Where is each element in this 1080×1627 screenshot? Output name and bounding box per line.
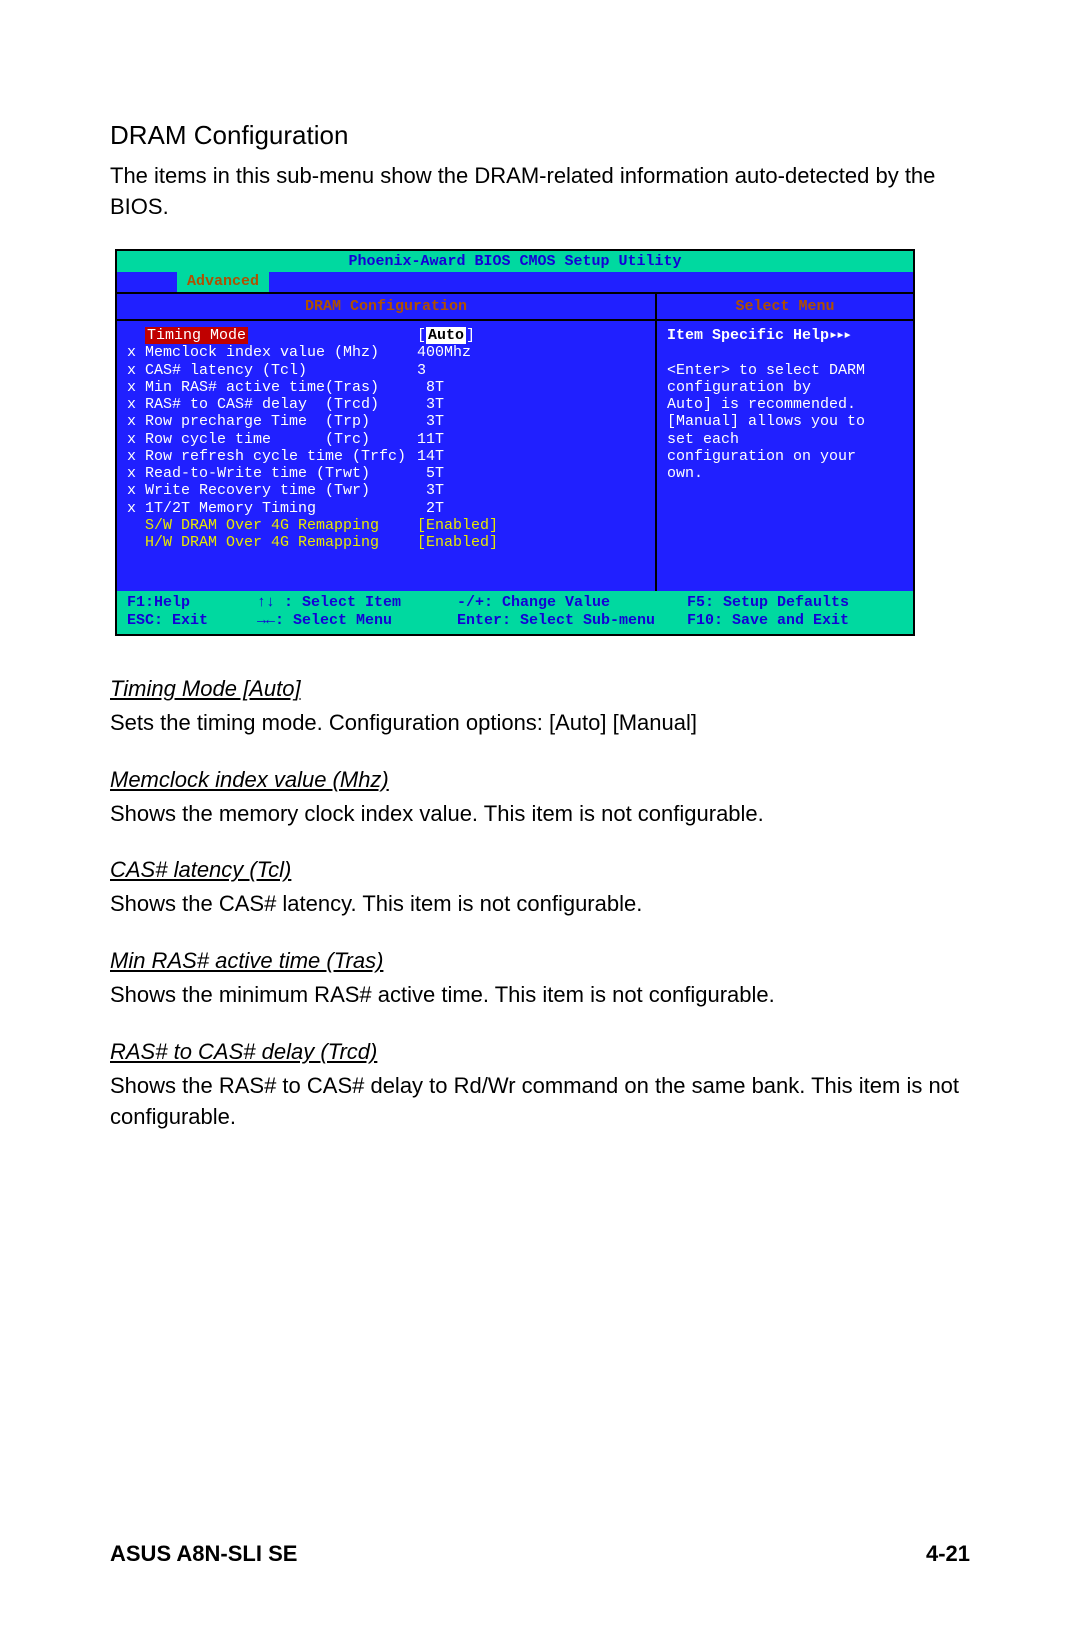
bios-footer: F1:Help ↑↓ : Select Item -/+: Change Val… [117, 591, 913, 634]
bios-config-row: S/W DRAM Over 4G Remapping[Enabled] [127, 517, 645, 534]
bios-config-label: x Read-to-Write time (Trwt) [127, 465, 417, 482]
footer-key-select-menu: →←: Select Menu [257, 612, 457, 629]
definitions: Timing Mode [Auto] Sets the timing mode. … [110, 676, 970, 1133]
help-line: <Enter> to select DARM [667, 362, 903, 379]
definition-body: Shows the minimum RAS# active time. This… [110, 980, 970, 1011]
bios-config-label: x Memclock index value (Mhz) [127, 344, 417, 361]
bios-config-label: S/W DRAM Over 4G Remapping [127, 517, 417, 534]
bios-config-value: 3T [417, 396, 444, 413]
bios-config-value: [Enabled] [417, 534, 498, 551]
bios-config-value: 5T [417, 465, 444, 482]
bios-config-row: x RAS# to CAS# delay (Trcd) 3T [127, 396, 645, 413]
bios-right-header: Select Menu [657, 294, 913, 321]
bios-config-row: x Row refresh cycle time (Trfc)14T [127, 448, 645, 465]
definition-title: Memclock index value (Mhz) [110, 767, 970, 793]
bios-config-value: 3T [417, 482, 444, 499]
help-line: own. [667, 465, 903, 482]
help-line: configuration by [667, 379, 903, 396]
bios-config-label: x Row precharge Time (Trp) [127, 413, 417, 430]
section-heading: DRAM Configuration [110, 120, 970, 151]
definition-body: Shows the CAS# latency. This item is not… [110, 889, 970, 920]
bios-config-value: 11T [417, 431, 444, 448]
bios-config-value: 3 [417, 362, 426, 379]
definition-body: Sets the timing mode. Configuration opti… [110, 708, 970, 739]
section-intro: The items in this sub-menu show the DRAM… [110, 161, 970, 223]
bios-config-label: Timing Mode [127, 327, 417, 344]
bios-config-value: 3T [417, 413, 444, 430]
bios-config-row: H/W DRAM Over 4G Remapping[Enabled] [127, 534, 645, 551]
bios-title-bar: Phoenix-Award BIOS CMOS Setup Utility [117, 251, 913, 272]
definition-body: Shows the memory clock index value. This… [110, 799, 970, 830]
footer-key-submenu: Enter: Select Sub-menu [457, 612, 687, 629]
definition-title: RAS# to CAS# delay (Trcd) [110, 1039, 970, 1065]
definition-title: CAS# latency (Tcl) [110, 857, 970, 883]
bios-left-panel: DRAM Configuration Timing Mode[Auto]x Me… [117, 294, 657, 592]
bios-config-value: 8T [417, 379, 444, 396]
bios-config-row: x Memclock index value (Mhz)400Mhz [127, 344, 645, 361]
bios-config-row: x Row precharge Time (Trp) 3T [127, 413, 645, 430]
footer-key-help: F1:Help [127, 594, 257, 611]
bios-menu-bar: Advanced [117, 272, 913, 292]
page-footer: ASUS A8N-SLI SE 4-21 [110, 1541, 970, 1567]
definition-title: Min RAS# active time (Tras) [110, 948, 970, 974]
bios-config-label: x 1T/2T Memory Timing [127, 500, 417, 517]
help-arrows-icon: ▸▸▸ [829, 327, 850, 344]
bios-config-label: x CAS# latency (Tcl) [127, 362, 417, 379]
footer-key-select-item: ↑↓ : Select Item [257, 594, 457, 611]
footer-key-defaults: F5: Setup Defaults [687, 594, 903, 611]
bios-config-row: x Read-to-Write time (Trwt) 5T [127, 465, 645, 482]
bios-right-panel: Select Menu Item Specific Help▸▸▸ <Enter… [657, 294, 913, 592]
footer-page-number: 4-21 [926, 1541, 970, 1567]
bios-config-label: x RAS# to CAS# delay (Trcd) [127, 396, 417, 413]
bios-config-row: x Row cycle time (Trc)11T [127, 431, 645, 448]
bios-config-value: 14T [417, 448, 444, 465]
footer-key-exit: ESC: Exit [127, 612, 257, 629]
bios-config-row: x 1T/2T Memory Timing 2T [127, 500, 645, 517]
footer-key-save: F10: Save and Exit [687, 612, 903, 629]
bios-config-value: [Auto] [417, 327, 475, 344]
bios-config-row: x Min RAS# active time(Tras) 8T [127, 379, 645, 396]
help-title: Item Specific Help [667, 327, 829, 344]
bios-menu-tab: Advanced [177, 272, 269, 292]
definition-body: Shows the RAS# to CAS# delay to Rd/Wr co… [110, 1071, 970, 1133]
help-line: Auto] is recommended. [667, 396, 903, 413]
help-line: [Manual] allows you to [667, 413, 903, 430]
bios-config-label: x Row refresh cycle time (Trfc) [127, 448, 417, 465]
bios-screenshot: Phoenix-Award BIOS CMOS Setup Utility Ad… [115, 249, 915, 636]
bios-config-label: x Min RAS# active time(Tras) [127, 379, 417, 396]
bios-config-row: x Write Recovery time (Twr) 3T [127, 482, 645, 499]
bios-config-row: Timing Mode[Auto] [127, 327, 645, 344]
bios-config-label: x Row cycle time (Trc) [127, 431, 417, 448]
bios-config-label: H/W DRAM Over 4G Remapping [127, 534, 417, 551]
help-line [667, 344, 903, 361]
bios-config-row: x CAS# latency (Tcl)3 [127, 362, 645, 379]
help-line: set each [667, 431, 903, 448]
bios-config-value: [Enabled] [417, 517, 498, 534]
bios-config-value: 400Mhz [417, 344, 471, 361]
bios-left-header: DRAM Configuration [117, 294, 655, 321]
bios-config-value: 2T [417, 500, 444, 517]
footer-product: ASUS A8N-SLI SE [110, 1541, 297, 1567]
footer-key-change-value: -/+: Change Value [457, 594, 687, 611]
help-line: configuration on your [667, 448, 903, 465]
definition-title: Timing Mode [Auto] [110, 676, 970, 702]
bios-config-label: x Write Recovery time (Twr) [127, 482, 417, 499]
